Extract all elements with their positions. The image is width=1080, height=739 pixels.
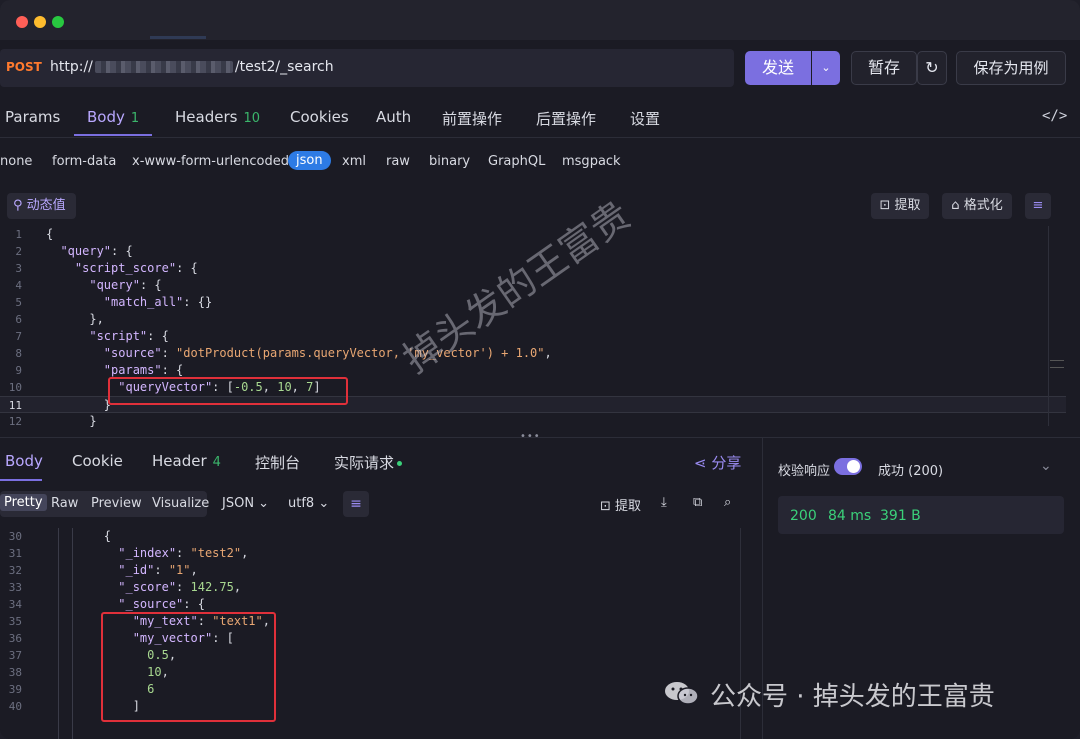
active-tab-underline (0, 479, 42, 481)
scrollbar-marker (1050, 360, 1064, 368)
code-line: 33 "_score": 142.75, (8, 580, 242, 594)
footer-watermark: 公众号 · 掉头发的王富贵 (710, 682, 995, 712)
url-prefix: http:// (50, 59, 93, 75)
status-code: 200 (790, 508, 817, 524)
code-line: 12 } (8, 414, 97, 428)
maximize-window-button[interactable] (52, 16, 64, 28)
share-icon: ⋖ (694, 454, 712, 472)
format-icon: ⌂ (951, 198, 964, 213)
tab-post-request[interactable]: 后置操作 (536, 108, 596, 129)
view-mode-preview[interactable]: Preview (91, 496, 142, 511)
tab-settings[interactable]: 设置 (630, 108, 660, 129)
chevron-down-icon: ⌄ (314, 496, 330, 511)
code-line: 7 "script": { (15, 329, 169, 343)
highlight-box (108, 377, 348, 405)
active-tab-indicator (150, 36, 206, 39)
code-snippet-icon[interactable]: </> (1042, 108, 1067, 124)
extract-icon: ⊡ (600, 499, 616, 514)
wechat-icon (665, 682, 699, 705)
body-type-xml[interactable]: xml (342, 154, 366, 169)
extract-icon: ⊡ (879, 198, 895, 213)
code-line: 34 "_source": { (8, 597, 205, 611)
response-extract-button[interactable]: ⊡ 提取 (600, 495, 641, 514)
divider (0, 437, 1080, 438)
dynamic-value-button[interactable]: ⚲ 动态值 (7, 193, 76, 219)
tab-params[interactable]: Params (5, 108, 60, 126)
download-icon[interactable]: ⤓ (661, 495, 667, 510)
highlight-box (101, 612, 276, 722)
response-tab-console[interactable]: 控制台 (255, 452, 300, 473)
body-type-json[interactable]: json (288, 151, 331, 170)
wrap-lines-button[interactable]: ≡ (1025, 193, 1051, 219)
body-type-msgpack[interactable]: msgpack (562, 154, 621, 169)
tab-badge: 10 (243, 111, 260, 126)
view-mode-pretty[interactable]: Pretty (0, 494, 47, 511)
url-input[interactable]: http:// /test2/_search (50, 59, 334, 75)
tab-cookies[interactable]: Cookies (290, 108, 349, 126)
view-mode-raw[interactable]: Raw (51, 496, 78, 511)
code-line: 8 "source": "dotProduct(params.queryVect… (15, 346, 552, 360)
chevron-down-icon[interactable]: ⌄ (1040, 458, 1052, 474)
response-size: 391 B (880, 508, 921, 524)
search-icon[interactable]: ⌕ (724, 495, 731, 510)
code-line: 6 }, (15, 312, 104, 326)
encoding-select[interactable]: utf8 ⌄ (288, 496, 329, 511)
url-bar[interactable]: POST http:// /test2/_search (0, 49, 734, 87)
url-path: /test2/_search (234, 59, 334, 75)
tab-badge: 4 (212, 455, 221, 470)
response-tab-actual-request[interactable]: 实际请求 (334, 452, 403, 473)
response-stats (778, 496, 1064, 534)
tab-badge: 1 (130, 111, 140, 126)
refresh-button[interactable]: ↻ (917, 51, 947, 85)
code-line: 31 "_index": "test2", (8, 546, 249, 560)
wrap-lines-button[interactable]: ≡ (343, 491, 369, 517)
copy-icon[interactable]: ⧉ (693, 495, 702, 510)
format-select[interactable]: JSON ⌄ (222, 496, 269, 511)
wrap-icon: ≡ (1032, 198, 1044, 213)
status-dot (397, 461, 403, 466)
verify-response-label: 校验响应 (778, 464, 831, 479)
code-line: 30 { (8, 529, 112, 543)
body-type-graphql[interactable]: GraphQL (488, 154, 545, 169)
extract-button[interactable]: ⊡ 提取 (871, 193, 929, 219)
close-window-button[interactable] (16, 16, 28, 28)
view-mode-visualize[interactable]: Visualize (152, 496, 209, 511)
body-type-form-data[interactable]: form-data (52, 154, 116, 169)
chevron-down-icon: ⌄ (821, 61, 831, 74)
response-time: 84 ms (828, 508, 872, 524)
title-bar (0, 0, 1080, 40)
send-button[interactable]: 发送 (745, 51, 811, 85)
tab-body[interactable]: Body 1 (87, 108, 139, 126)
verify-response-toggle[interactable] (834, 458, 862, 475)
send-dropdown-button[interactable]: ⌄ (812, 51, 840, 85)
refresh-icon: ↻ (925, 58, 939, 77)
minimize-window-button[interactable] (34, 16, 46, 28)
chevron-down-icon: ⌄ (254, 496, 270, 511)
share-button[interactable]: ⋖ 分享 (694, 452, 741, 473)
verify-result: 成功 (200) (878, 464, 944, 479)
editor-scrollbar[interactable] (1048, 226, 1064, 426)
tab-auth[interactable]: Auth (376, 108, 411, 126)
body-type-none[interactable]: none (0, 154, 32, 169)
save-draft-button[interactable]: 暂存 (851, 51, 917, 85)
tab-pre-request[interactable]: 前置操作 (442, 108, 502, 129)
tab-headers[interactable]: Headers 10 (175, 108, 260, 126)
body-type-urlencoded[interactable]: x-www-form-urlencoded (132, 154, 289, 169)
body-type-raw[interactable]: raw (386, 154, 410, 169)
response-tab-cookie[interactable]: Cookie (72, 452, 123, 470)
wand-icon: ⚲ (13, 198, 27, 213)
save-as-case-button[interactable]: 保存为用例 (956, 51, 1066, 85)
redacted-host (94, 61, 233, 73)
format-button[interactable]: ⌂ 格式化 (942, 193, 1012, 219)
request-tabs: Params Body 1 Headers 10 Cookies Auth 前置操作… (0, 98, 1080, 138)
http-method[interactable]: POST (6, 60, 42, 74)
app-window: POST http:// /test2/_search 发送 ⌄ 暂存 ↻ 保存为… (0, 0, 1080, 739)
response-tab-header[interactable]: Header 4 (152, 452, 221, 470)
active-tab-underline (74, 134, 152, 136)
wrap-icon: ≡ (350, 496, 362, 512)
response-tab-body[interactable]: Body (5, 452, 43, 470)
body-type-binary[interactable]: binary (429, 154, 470, 169)
code-line: 32 "_id": "1", (8, 563, 198, 577)
